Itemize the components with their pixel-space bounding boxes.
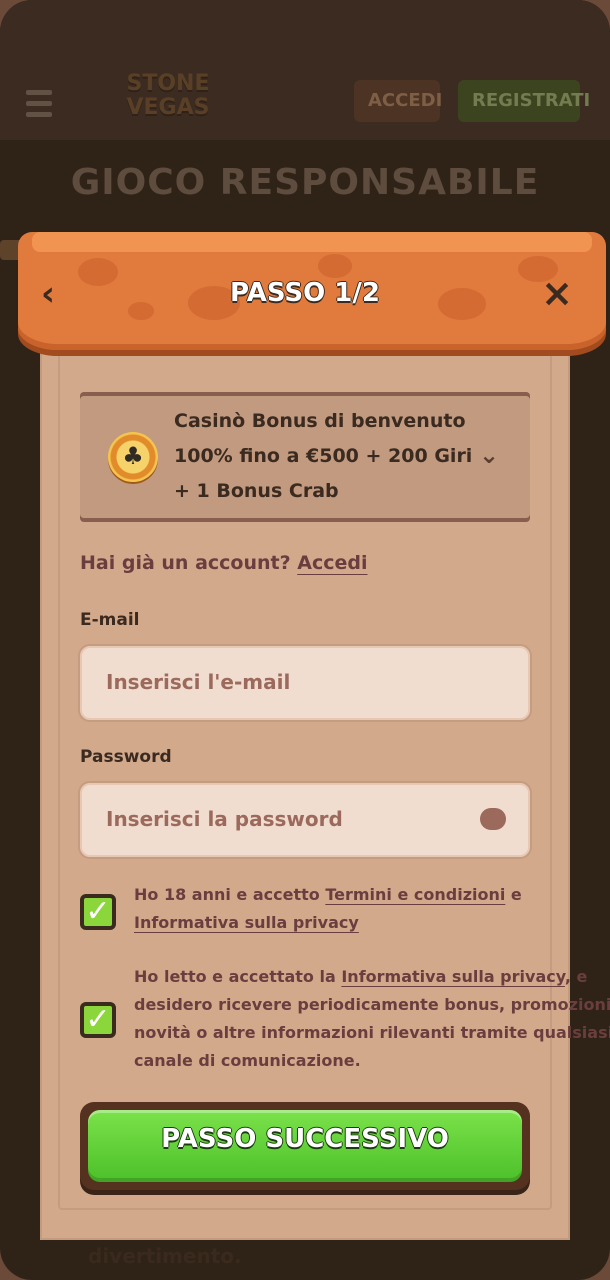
privacy-policy-link[interactable]: Informativa sulla privacy — [134, 913, 359, 932]
awning-top-trim — [32, 232, 592, 252]
bonus-offer-line-2: + 1 Bonus Crab — [174, 480, 339, 502]
step-title: PASSO 1/2 — [230, 278, 380, 308]
account-prompt-text: Hai già un account? — [80, 552, 291, 574]
menu-search-icon — [26, 84, 74, 118]
club-suit-icon: ♣ — [122, 442, 144, 470]
age-consent-suffix: e — [505, 885, 522, 904]
email-label: E-mail — [80, 610, 140, 630]
bonus-offer-line-1: 100% fino a €500 + 200 Giri — [174, 445, 473, 467]
marketing-consent-checkbox[interactable]: ✓ — [80, 1002, 116, 1038]
marketing-consent-line-1: Ho letto e accettato la Informativa sull… — [134, 967, 587, 986]
terms-link[interactable]: Termini e condizioni — [325, 885, 505, 904]
header-register-button: REGISTRATI — [458, 80, 590, 122]
marketing-consent-text: Ho letto e accettato la — [134, 967, 342, 986]
marketing-consent-line-2: desidero ricevere periodicamente bonus, … — [134, 995, 610, 1014]
show-password-eye-icon[interactable] — [480, 808, 506, 830]
close-icon[interactable]: × — [536, 272, 578, 314]
background-bottom-text: divertimento. — [88, 1244, 242, 1268]
marketing-consent-line-3: novità o altre informazioni rilevanti tr… — [134, 1023, 610, 1042]
login-link[interactable]: Accedi — [297, 552, 367, 574]
marketing-consent-suffix: , e — [564, 967, 588, 986]
brand-logo: STONE VEGAS — [108, 72, 228, 128]
logo-line-1: STONE — [126, 71, 210, 96]
background-page-title: GIOCO RESPONSABILE — [70, 162, 540, 203]
bonus-title: Casinò Bonus di benvenuto — [174, 410, 466, 432]
account-prompt: Hai già un account? Accedi — [80, 552, 367, 574]
next-step-button[interactable] — [80, 1102, 530, 1190]
email-placeholder: Inserisci l'e-mail — [106, 670, 291, 694]
marketing-consent-line-4: canale di comunicazione. — [134, 1051, 361, 1070]
device-frame: STONE VEGAS ACCEDI REGISTRATI GIOCO RESP… — [0, 0, 610, 1280]
logo-line-2: VEGAS — [126, 95, 210, 120]
header-login-button: ACCEDI — [354, 80, 442, 122]
password-label: Password — [80, 747, 172, 767]
age-consent-line-2: Informativa sulla privacy — [134, 913, 359, 932]
chevron-down-icon[interactable]: ⌄ — [474, 442, 504, 468]
age-consent-text: Ho 18 anni e accetto — [134, 885, 326, 904]
age-consent-line-1: Ho 18 anni e accetto Termini e condizion… — [134, 885, 522, 904]
password-placeholder: Inserisci la password — [106, 807, 343, 831]
age-terms-checkbox[interactable]: ✓ — [80, 894, 116, 930]
privacy-policy-link-2[interactable]: Informativa sulla privacy — [341, 967, 565, 986]
